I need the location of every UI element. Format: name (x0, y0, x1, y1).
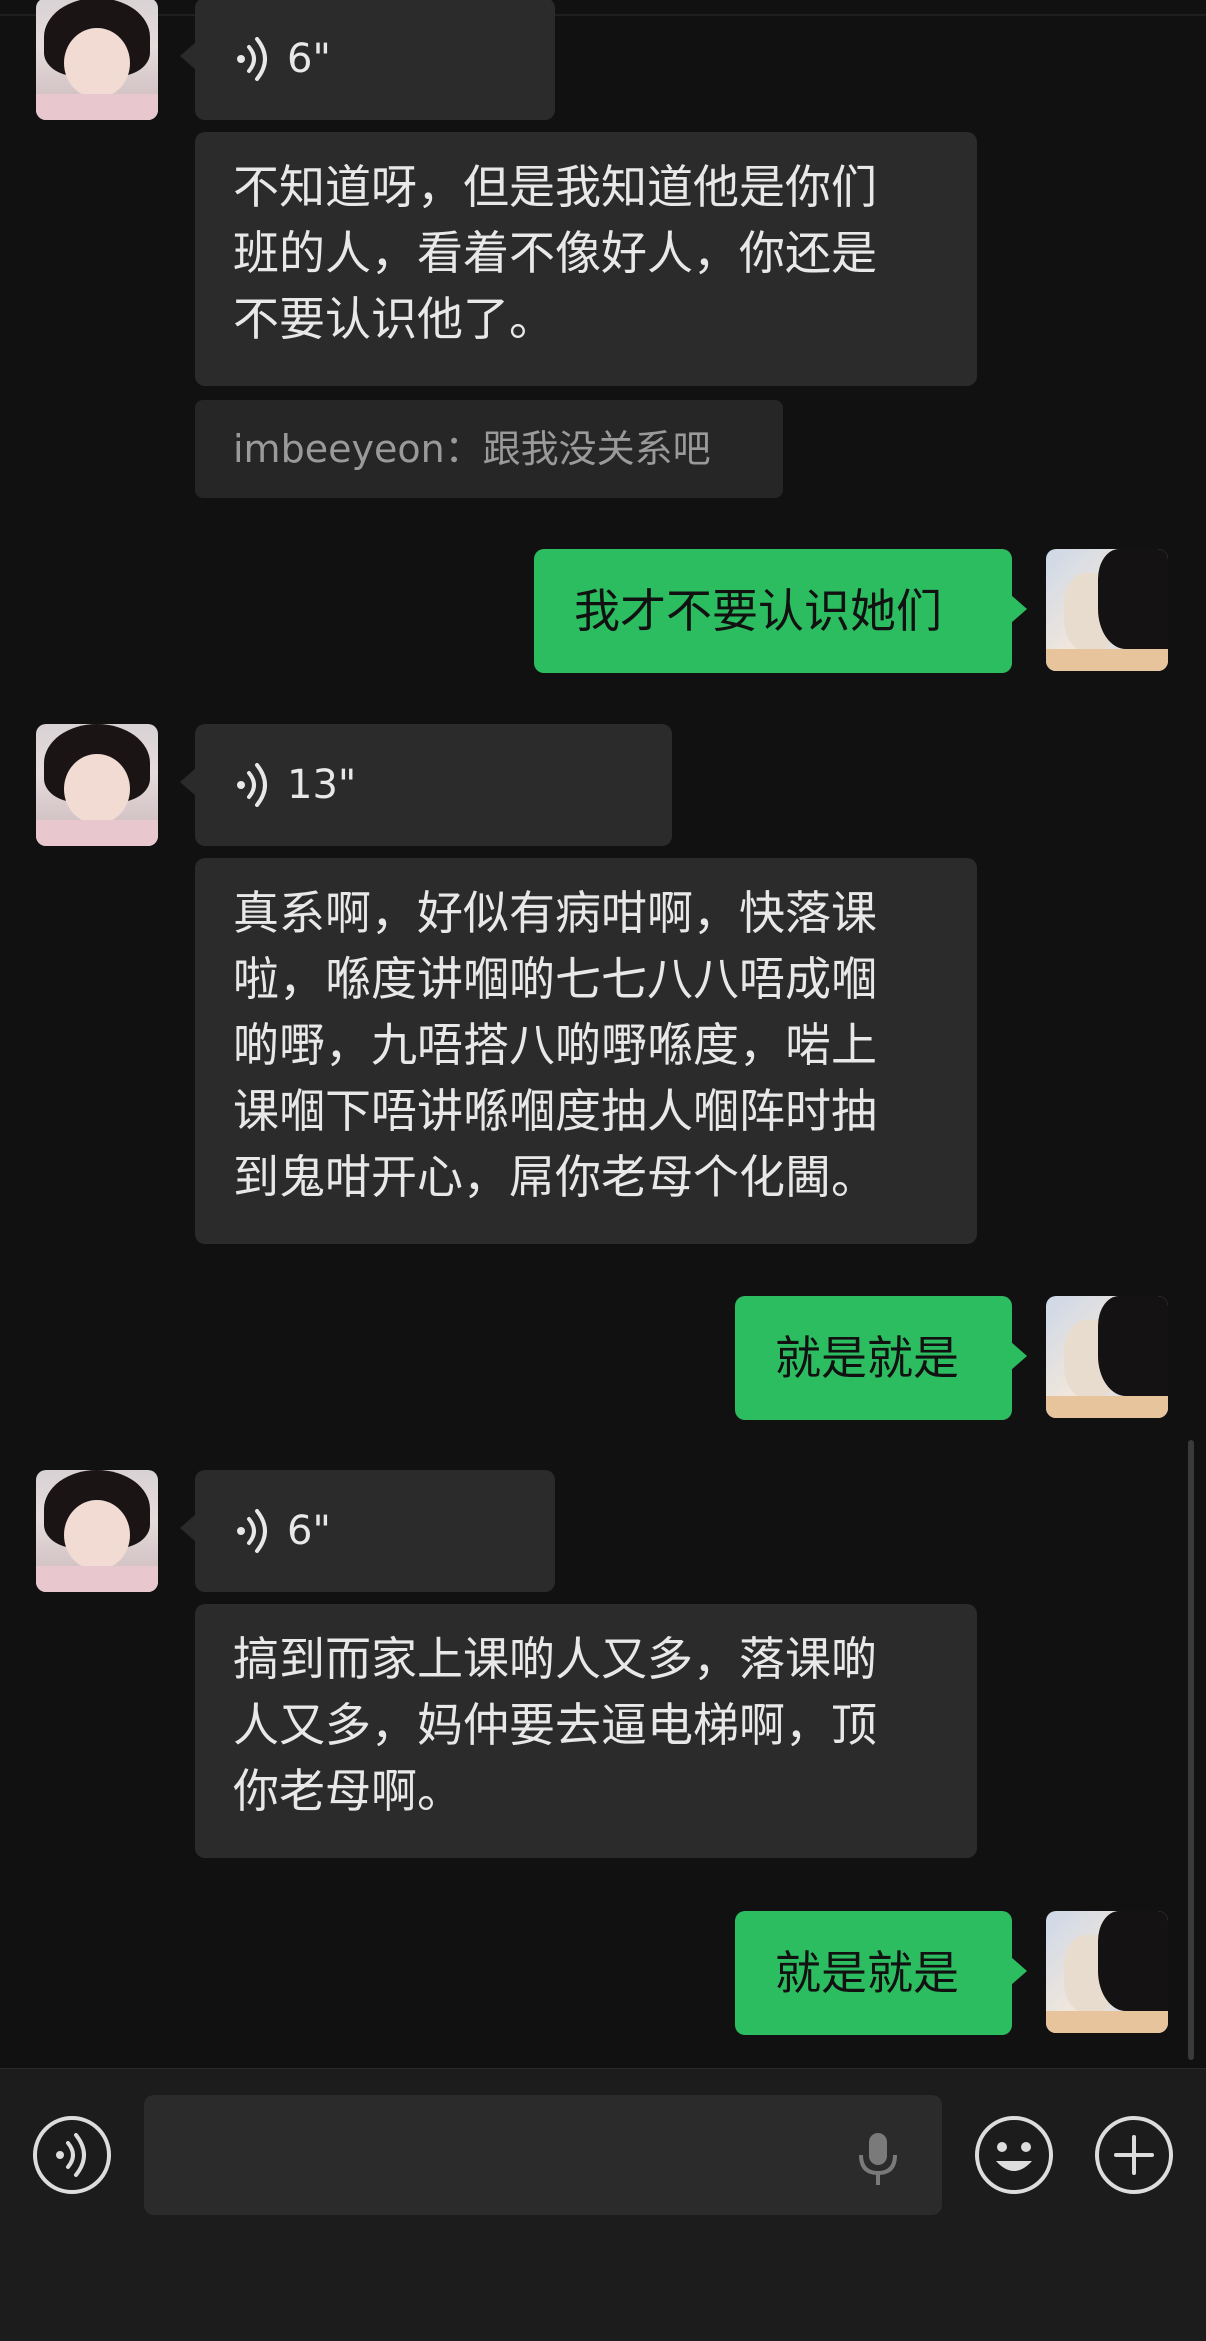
plus-icon (1095, 2116, 1173, 2194)
my-avatar[interactable] (1046, 1296, 1168, 1418)
voice-wave-icon (237, 1509, 267, 1553)
header-divider (0, 14, 1206, 16)
message-line: 真系啊，好似有病咁啊，快落课 (233, 886, 877, 940)
scrollbar[interactable] (1188, 1440, 1194, 2060)
mic-button[interactable] (856, 2131, 900, 2191)
bubble-tail (1011, 1342, 1027, 1370)
input-bar (0, 2068, 1206, 2341)
message-line: 人又多，妈仲要去逼电梯啊，顶 (233, 1698, 877, 1752)
emoji-icon (975, 2116, 1053, 2194)
my-avatar[interactable] (1046, 1911, 1168, 2033)
emoji-button[interactable] (974, 2115, 1054, 2199)
voice-duration: 6" (287, 1508, 331, 1554)
contact-avatar[interactable] (36, 1470, 158, 1592)
message-line: 啦，喺度讲嗰啲七七八八唔成嗰 (233, 952, 877, 1006)
voice-message[interactable]: 6" (195, 0, 555, 120)
text-message[interactable]: 真系啊，好似有病咁啊，快落课 啦，喺度讲嗰啲七七八八唔成嗰 啲嘢，九唔搭八啲嘢喺… (195, 858, 977, 1244)
bubble-tail (180, 1514, 196, 1542)
voice-mode-icon (33, 2116, 111, 2194)
message-line: 课嗰下唔讲喺嗰度抽人嗰阵时抽 (233, 1084, 877, 1138)
message-line: 啲嘢，九唔搭八啲嘢喺度，啱上 (233, 1018, 877, 1072)
voice-mode-button[interactable] (32, 2115, 112, 2199)
message-line: 不要认识他了。 (233, 292, 555, 346)
message-line: 不知道呀，但是我知道他是你们 (233, 160, 877, 214)
bubble-tail (1011, 1957, 1027, 1985)
my-text-message[interactable]: 就是就是 (735, 1911, 1012, 2035)
message-line: 搞到而家上课啲人又多，落课啲 (233, 1632, 877, 1686)
contact-avatar[interactable] (36, 0, 158, 120)
add-button[interactable] (1094, 2115, 1174, 2199)
microphone-icon (859, 2133, 897, 2185)
message-text: 就是就是 (775, 1331, 959, 1385)
voice-wave-icon (237, 37, 267, 81)
voice-wave-icon (237, 763, 267, 807)
voice-message[interactable]: 13" (195, 724, 672, 846)
bubble-tail (180, 42, 196, 70)
bubble-tail (180, 768, 196, 796)
text-message[interactable]: 搞到而家上课啲人又多，落课啲 人又多，妈仲要去逼电梯啊，顶 你老母啊。 (195, 1604, 977, 1858)
message-input[interactable] (144, 2095, 942, 2215)
message-text: 我才不要认识她们 (574, 584, 942, 638)
my-avatar[interactable] (1046, 549, 1168, 671)
bubble-tail (1011, 595, 1027, 623)
quote-text: imbeeyeon：跟我没关系吧 (233, 427, 711, 471)
message-text: 就是就是 (775, 1946, 959, 2000)
quoted-reply[interactable]: imbeeyeon：跟我没关系吧 (195, 400, 783, 498)
voice-message[interactable]: 6" (195, 1470, 555, 1592)
message-line: 到鬼咁开心，屌你老母个化閪。 (233, 1150, 877, 1204)
my-text-message[interactable]: 就是就是 (735, 1296, 1012, 1420)
message-line: 你老母啊。 (233, 1764, 463, 1818)
my-text-message[interactable]: 我才不要认识她们 (534, 549, 1012, 673)
message-line: 班的人，看着不像好人，你还是 (233, 226, 877, 280)
voice-duration: 6" (287, 36, 331, 82)
voice-duration: 13" (287, 762, 357, 808)
contact-avatar[interactable] (36, 724, 158, 846)
text-message[interactable]: 不知道呀，但是我知道他是你们 班的人，看着不像好人，你还是 不要认识他了。 (195, 132, 977, 386)
